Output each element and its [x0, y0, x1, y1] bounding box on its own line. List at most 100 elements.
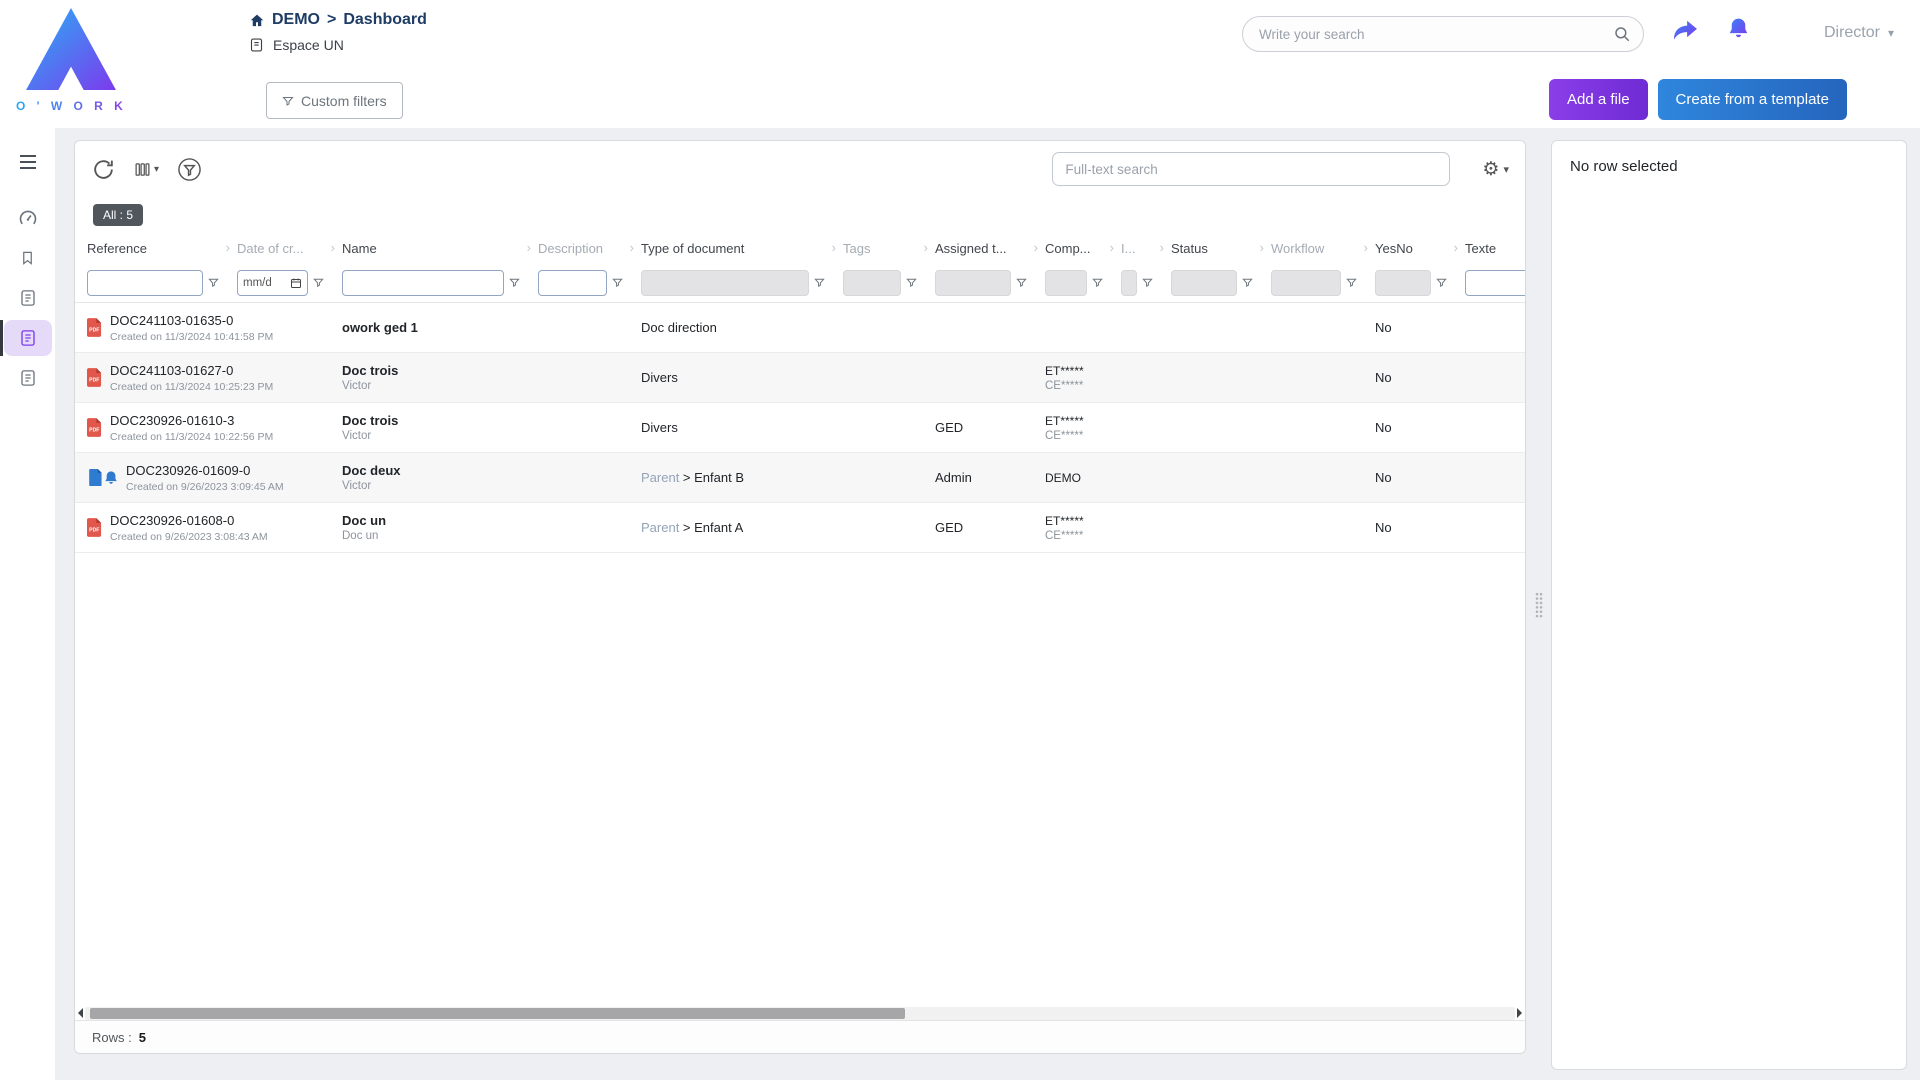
panel-resize-grip[interactable] — [1535, 592, 1543, 618]
filter-select-workflow[interactable] — [1271, 270, 1341, 296]
funnel-icon[interactable] — [1436, 277, 1447, 288]
column-header-texte[interactable]: Texte› — [1465, 241, 1526, 256]
column-label: Date of cr... — [237, 241, 303, 256]
filter-select-i[interactable] — [1121, 270, 1137, 296]
column-label: Tags — [843, 241, 870, 256]
funnel-icon[interactable] — [1346, 277, 1357, 288]
sidebar-item-bookmarks[interactable] — [0, 238, 55, 278]
filter-select-tags[interactable] — [843, 270, 901, 296]
cell-company: DEMO — [1045, 471, 1121, 485]
column-label: Description — [538, 241, 603, 256]
scrollbar-track[interactable] — [85, 1007, 1515, 1020]
filter-select-status[interactable] — [1171, 270, 1237, 296]
column-header-description[interactable]: Description› — [538, 241, 641, 256]
funnel-icon[interactable] — [313, 277, 324, 288]
column-header-comp[interactable]: Comp...› — [1045, 241, 1121, 256]
funnel-icon[interactable] — [1016, 277, 1027, 288]
table-row[interactable]: PDFDOC241103-01635-0Created on 11/3/2024… — [75, 303, 1525, 353]
calendar-icon[interactable] — [290, 277, 302, 289]
doc-alert-file-icon — [87, 468, 118, 487]
breadcrumb-home[interactable]: DEMO — [272, 11, 320, 29]
column-header-name[interactable]: Name› — [342, 241, 538, 256]
column-header-i[interactable]: I...› — [1121, 241, 1171, 256]
create-template-button[interactable]: Create from a template — [1658, 79, 1847, 120]
global-search-input[interactable] — [1243, 17, 1643, 51]
filter-input-description[interactable] — [538, 270, 607, 296]
cell-name: owork ged 1 — [342, 320, 538, 335]
funnel-icon[interactable] — [1142, 277, 1153, 288]
global-search[interactable] — [1242, 16, 1644, 52]
filter-circle-icon — [177, 157, 202, 182]
bookmark-icon — [20, 249, 35, 267]
filter-select-comp[interactable] — [1045, 270, 1087, 296]
sidebar-item-documents-1[interactable] — [0, 278, 55, 318]
columns-button[interactable]: ▾ — [134, 161, 159, 178]
refresh-button[interactable] — [91, 157, 116, 182]
filter-button[interactable] — [177, 157, 202, 182]
fulltext-search-input[interactable] — [1052, 152, 1450, 186]
bell-icon[interactable] — [1726, 16, 1751, 47]
sidebar-item-documents-3[interactable] — [0, 358, 55, 398]
app-logo[interactable]: O ' W O R K — [16, 6, 126, 113]
funnel-icon[interactable] — [509, 277, 520, 288]
column-header-reference[interactable]: Reference› — [87, 241, 237, 256]
cell-type: Divers — [641, 370, 843, 385]
column-header-date-of-cr[interactable]: Date of cr...› — [237, 241, 342, 256]
funnel-icon[interactable] — [208, 277, 219, 288]
table-row[interactable]: PDFDOC241103-01627-0Created on 11/3/2024… — [75, 353, 1525, 403]
filter-select-type-of-document[interactable] — [641, 270, 809, 296]
table-row[interactable]: DOC230926-01609-0Created on 9/26/2023 3:… — [75, 453, 1525, 503]
scroll-left-arrow[interactable] — [78, 1008, 83, 1018]
date-filter-input[interactable]: mm/d — [237, 270, 308, 296]
settings-gear-button[interactable]: ⚙ ▾ — [1482, 158, 1509, 181]
cell-company: ET*****CE***** — [1045, 414, 1121, 442]
funnel-icon[interactable] — [814, 277, 825, 288]
custom-filters-button[interactable]: Custom filters — [266, 82, 403, 119]
type-parent: Parent — [641, 520, 683, 535]
table-header-row: Reference›Date of cr...›Name›Description… — [75, 233, 1525, 263]
type-name: > Enfant A — [683, 520, 743, 535]
home-icon[interactable] — [249, 13, 265, 28]
sidebar-item-documents-2[interactable] — [0, 318, 55, 358]
sidebar-item-dashboard[interactable] — [0, 198, 55, 238]
column-header-workflow[interactable]: Workflow› — [1271, 241, 1375, 256]
filter-select-yesno[interactable] — [1375, 270, 1431, 296]
column-header-status[interactable]: Status› — [1171, 241, 1271, 256]
document-subname: Victor — [342, 430, 538, 442]
filter-cell-type-of-document — [641, 270, 843, 296]
column-header-assigned-t[interactable]: Assigned t...› — [935, 241, 1045, 256]
user-menu[interactable]: Director ▾ — [1824, 24, 1894, 42]
logo-text: O ' W O R K — [16, 99, 126, 113]
rows-label: Rows : — [92, 1030, 132, 1045]
search-icon[interactable] — [1613, 25, 1631, 48]
funnel-icon[interactable] — [612, 277, 623, 288]
filter-cell-workflow — [1271, 270, 1375, 296]
filter-input-name[interactable] — [342, 270, 504, 296]
horizontal-scrollbar[interactable] — [75, 1006, 1525, 1020]
pdf-file-icon: PDF — [87, 318, 102, 337]
filter-select-assigned-t[interactable] — [935, 270, 1011, 296]
filter-input-texte[interactable] — [1465, 270, 1526, 296]
table-row[interactable]: PDFDOC230926-01608-0Created on 9/26/2023… — [75, 503, 1525, 553]
funnel-icon[interactable] — [906, 277, 917, 288]
tab-all[interactable]: All : 5 — [93, 204, 143, 226]
sidebar-item-menu-toggle[interactable] — [0, 142, 55, 182]
reference-text: DOC230926-01608-0 — [110, 513, 268, 528]
share-icon[interactable] — [1672, 18, 1699, 47]
created-date: Created on 9/26/2023 3:09:45 AM — [126, 481, 284, 493]
add-file-button[interactable]: Add a file — [1549, 79, 1648, 120]
funnel-icon[interactable] — [1092, 277, 1103, 288]
column-header-type-of-document[interactable]: Type of document› — [641, 241, 843, 256]
cell-name: Doc troisVictor — [342, 413, 538, 442]
settings-gear-icon: ⚙ — [1482, 158, 1499, 181]
filter-cell-comp — [1045, 270, 1121, 296]
filter-input-reference[interactable] — [87, 270, 203, 296]
funnel-icon[interactable] — [1242, 277, 1253, 288]
column-header-tags[interactable]: Tags› — [843, 241, 935, 256]
table-row[interactable]: PDFDOC230926-01610-3Created on 11/3/2024… — [75, 403, 1525, 453]
company-sub: CE***** — [1045, 530, 1121, 542]
column-header-yesno[interactable]: YesNo› — [1375, 241, 1465, 256]
cell-assigned: Admin — [935, 470, 1045, 485]
scroll-right-arrow[interactable] — [1517, 1008, 1522, 1018]
scrollbar-thumb[interactable] — [90, 1008, 905, 1019]
